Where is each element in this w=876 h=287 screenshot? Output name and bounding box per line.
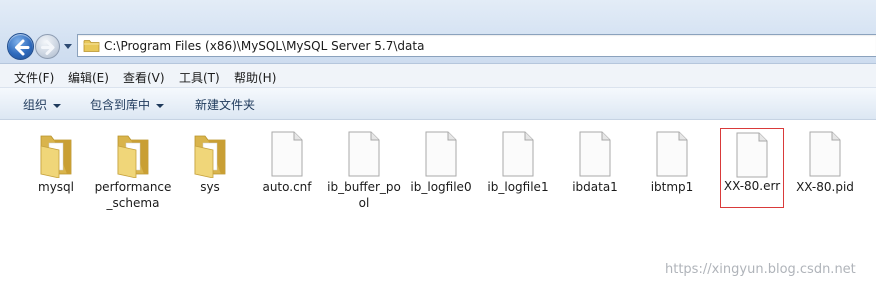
menu-help[interactable]: 帮助(H) (234, 69, 276, 86)
menu-view[interactable]: 查看(V) (123, 69, 165, 86)
file-name: XX-80.err (723, 179, 781, 193)
list-item[interactable]: ib_logfile0 (402, 121, 480, 233)
address-path: C:\Program Files (x86)\MySQL\MySQL Serve… (104, 39, 425, 53)
document-icon (348, 131, 380, 177)
list-item[interactable]: ib_logfile1 (479, 121, 557, 233)
document-icon (656, 131, 688, 177)
list-item-selected[interactable]: XX-80.err (720, 128, 784, 208)
file-list: mysql performance_schema sys auto.cnf ib… (0, 121, 876, 287)
menu-bar: 文件(F) 编辑(E) 查看(V) 工具(T) 帮助(H) (0, 64, 876, 88)
file-name: ibdata1 (572, 180, 618, 194)
menu-edit[interactable]: 编辑(E) (68, 69, 109, 86)
folder-icon (117, 135, 149, 178)
file-name: auto.cnf (262, 180, 312, 194)
command-bar: 组织 包含到库中 新建文件夹 (0, 88, 876, 120)
folder-icon (83, 40, 100, 52)
file-name: ib_logfile0 (410, 180, 472, 194)
file-name: performance_schema (94, 180, 172, 210)
folder-icon (40, 135, 72, 178)
list-item[interactable]: auto.cnf (248, 121, 326, 233)
file-name: ibtmp1 (650, 180, 694, 194)
recent-pages-dropdown-icon[interactable] (63, 40, 73, 52)
chevron-down-icon (53, 103, 62, 108)
list-item[interactable]: mysql (17, 121, 95, 233)
address-bar-row: C:\Program Files (x86)\MySQL\MySQL Serve… (0, 0, 876, 64)
watermark: https://xingyun.blog.csdn.net (665, 262, 856, 277)
menu-tools[interactable]: 工具(T) (179, 69, 220, 86)
list-item[interactable]: performance_schema (94, 121, 172, 233)
include-in-library-label: 包含到库中 (90, 98, 151, 112)
document-icon (809, 131, 841, 177)
list-item[interactable]: sys (171, 121, 249, 233)
file-name: XX-80.pid (796, 180, 854, 194)
back-button[interactable] (7, 33, 34, 60)
list-item[interactable]: ibtmp1 (633, 121, 711, 233)
include-in-library-button[interactable]: 包含到库中 (90, 96, 165, 113)
address-field[interactable]: C:\Program Files (x86)\MySQL\MySQL Serve… (77, 34, 876, 57)
new-folder-label: 新建文件夹 (195, 98, 256, 112)
file-name: ib_logfile1 (487, 180, 549, 194)
document-icon (425, 131, 457, 177)
menu-file[interactable]: 文件(F) (14, 69, 54, 86)
file-name: ib_buffer_pool (327, 180, 401, 210)
file-name: mysql (38, 180, 74, 194)
forward-arrow-icon (41, 40, 55, 55)
file-name: sys (200, 180, 220, 194)
new-folder-button[interactable]: 新建文件夹 (195, 96, 255, 113)
list-item[interactable]: ib_buffer_pool (325, 121, 403, 233)
document-icon (502, 131, 534, 177)
document-icon (271, 131, 303, 177)
folder-icon (194, 135, 226, 178)
forward-button[interactable] (35, 34, 60, 59)
list-item[interactable]: XX-80.pid (786, 121, 864, 233)
back-arrow-icon (15, 39, 30, 56)
document-icon (579, 131, 611, 177)
organize-label: 组织 (23, 98, 48, 112)
list-item[interactable]: ibdata1 (556, 121, 634, 233)
document-icon (736, 132, 768, 178)
organize-button[interactable]: 组织 (23, 96, 62, 113)
chevron-down-icon (156, 103, 165, 108)
